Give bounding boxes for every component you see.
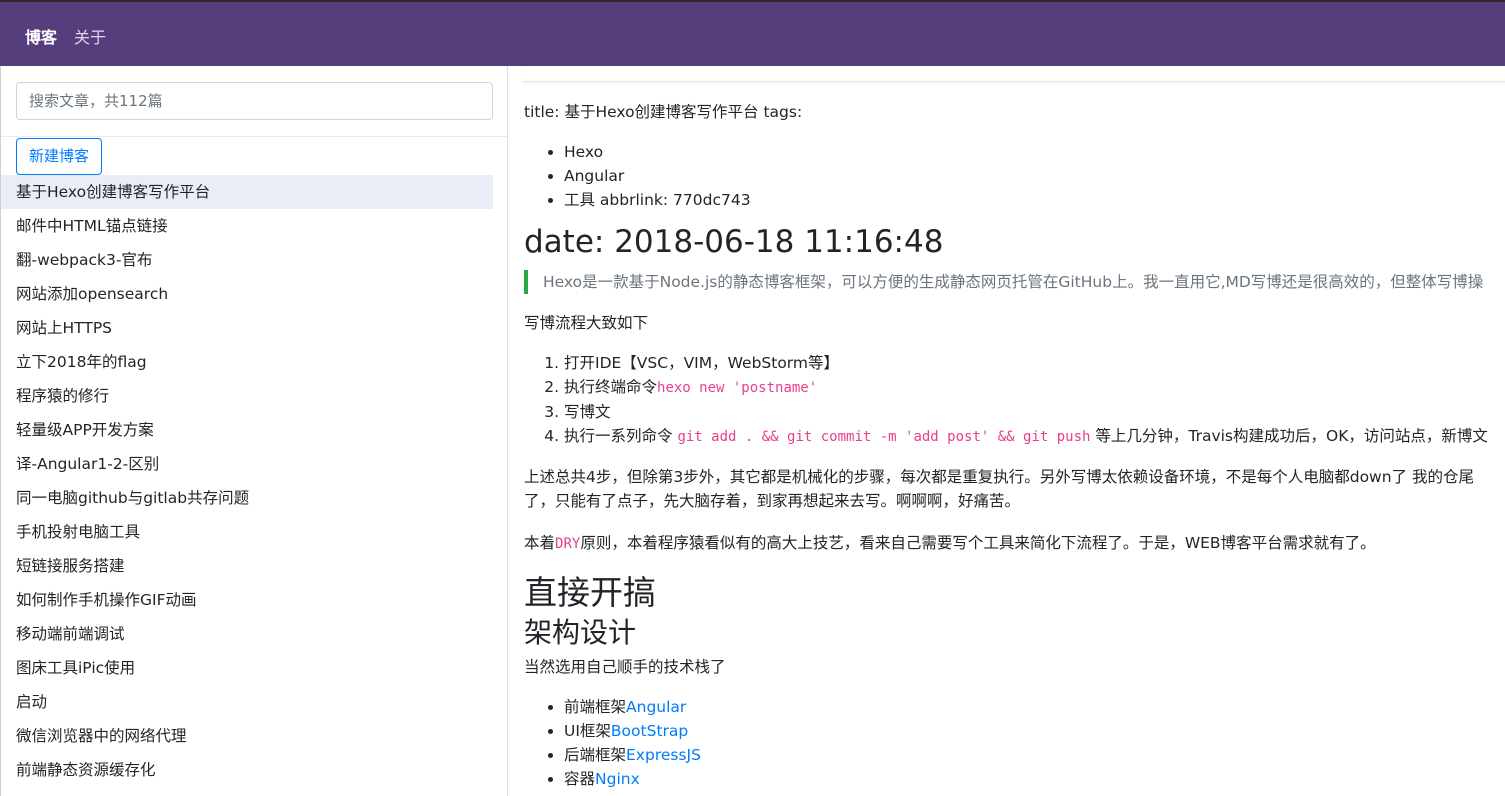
date-heading: date: 2018-06-18 11:16:48 xyxy=(524,224,944,260)
post-list-item[interactable]: 短链接服务搭建 xyxy=(1,549,493,583)
post-list-item[interactable]: 轻量级APP开发方案 xyxy=(1,413,493,447)
post-list: 基于Hexo创建博客写作平台 邮件中HTML锚点链接 翻-webpack3-官布… xyxy=(1,175,493,787)
tag-item: 工具 abbrlink: 770dc743 xyxy=(564,188,1505,212)
post-list-item[interactable]: 网站上HTTPS xyxy=(1,311,493,345)
flow-intro: 写博流程大致如下 xyxy=(524,314,649,332)
step-text-after: 等上几分钟，Travis构建成功后，OK，访问站点，新博文 xyxy=(1090,427,1488,445)
stack-list: 前端框架Angular UI框架BootStrap 后端框架ExpressJS … xyxy=(524,695,1505,791)
top-navbar: 博客 关于 xyxy=(0,0,1505,66)
section-heading: 直接开搞 xyxy=(524,573,656,612)
stack-item: UI框架BootStrap xyxy=(564,719,1505,743)
post-list-item[interactable]: 程序猿的修行 xyxy=(1,379,493,413)
paragraph: 当然选用自己顺手的技术栈了 xyxy=(524,658,726,676)
post-list-item[interactable]: 移动端前端调试 xyxy=(1,617,493,651)
subsection-heading: 架构设计 xyxy=(524,616,637,649)
inline-code: DRY xyxy=(555,536,581,552)
post-list-item[interactable]: 基于Hexo创建博客写作平台 xyxy=(1,175,493,209)
stack-label: 后端框架 xyxy=(564,746,627,764)
step-item: 写博文 xyxy=(564,400,1505,424)
step-text: 写博文 xyxy=(564,403,611,421)
stack-link[interactable]: ExpressJS xyxy=(626,746,701,764)
paragraph: 上述总共4步，但除第3步外，其它都是机械化的步骤，每次都是重复执行。另外写博太依… xyxy=(524,468,1474,486)
step-item: 执行一系列命令 git add . && git commit -m 'add … xyxy=(564,424,1505,449)
step-text: 执行终端命令 xyxy=(564,378,658,396)
post-list-item[interactable]: 如何制作手机操作GIF动画 xyxy=(1,583,493,617)
paragraph: 本着DRY原则，本着程序猿看似有的高大上技艺，看来自己需要写个工具来简化下流程了… xyxy=(524,531,1505,556)
post-list-item[interactable]: 前端静态资源缓存化 xyxy=(1,753,493,787)
step-text: 打开IDE【VSC，VIM，WebStorm等】 xyxy=(564,354,840,372)
stack-item: 容器Nginx xyxy=(564,767,1505,791)
article-pane: title: 基于Hexo创建博客写作平台 tags: Hexo Angular… xyxy=(509,66,1505,796)
stack-link[interactable]: Angular xyxy=(626,698,686,716)
stack-label: 容器 xyxy=(564,770,596,788)
step-item: 执行终端命令hexo new 'postname' xyxy=(564,375,1505,400)
post-list-item[interactable]: 立下2018年的flag xyxy=(1,345,493,379)
tag-list: Hexo Angular 工具 abbrlink: 770dc743 xyxy=(524,140,1505,212)
post-list-item[interactable]: 翻-webpack3-官布 xyxy=(1,243,493,277)
inline-code: git add . && git commit -m 'add post' &&… xyxy=(677,429,1091,445)
post-list-item[interactable]: 网站添加opensearch xyxy=(1,277,493,311)
stack-item: 前端框架Angular xyxy=(564,695,1505,719)
blockquote: Hexo是一款基于Node.js的静态博客框架，可以方便的生成静态网页托管在Gi… xyxy=(524,270,1505,294)
sidebar: 新建博客 基于Hexo创建博客写作平台 邮件中HTML锚点链接 翻-webpac… xyxy=(0,66,508,796)
post-list-item[interactable]: 手机投射电脑工具 xyxy=(1,515,493,549)
stack-link[interactable]: Nginx xyxy=(595,770,640,788)
nav-brand-link[interactable]: 博客 xyxy=(25,24,57,48)
stack-label: 前端框架 xyxy=(564,698,627,716)
editor-toolbar-strip xyxy=(523,66,1505,82)
steps-list: 打开IDE【VSC，VIM，WebStorm等】 执行终端命令hexo new … xyxy=(524,351,1505,449)
new-blog-button[interactable]: 新建博客 xyxy=(16,138,103,175)
para-text: 本着 xyxy=(524,534,556,552)
inline-code: hexo new 'postname' xyxy=(657,380,818,396)
nav-about-link[interactable]: 关于 xyxy=(74,24,106,48)
search-input[interactable] xyxy=(16,82,493,120)
stack-label: UI框架 xyxy=(564,722,611,740)
stack-item: 后端框架ExpressJS xyxy=(564,743,1505,767)
post-list-item[interactable]: 译-Angular1-2-区别 xyxy=(1,447,493,481)
post-list-item[interactable]: 图床工具iPic使用 xyxy=(1,651,493,685)
tag-item: Angular xyxy=(564,164,1505,188)
stack-link[interactable]: BootStrap xyxy=(611,722,688,740)
paragraph: 了，只能有了点子，先大脑存着，到家再想起来去写。啊啊啊，好痛苦。 xyxy=(524,492,1021,510)
para-text: 原则，本着程序猿看似有的高大上技艺，看来自己需要写个工具来简化下流程了。于是，W… xyxy=(580,534,1376,552)
tag-item: Hexo xyxy=(564,140,1505,164)
post-list-item[interactable]: 启动 xyxy=(1,685,493,719)
article-body: title: 基于Hexo创建博客写作平台 tags: Hexo Angular… xyxy=(524,100,1505,791)
post-list-item[interactable]: 同一电脑github与gitlab共存问题 xyxy=(1,481,493,515)
step-text: 执行一系列命令 xyxy=(564,427,678,445)
meta-line: title: 基于Hexo创建博客写作平台 tags: xyxy=(524,103,803,121)
post-list-item[interactable]: 微信浏览器中的网络代理 xyxy=(1,719,493,753)
step-item: 打开IDE【VSC，VIM，WebStorm等】 xyxy=(564,351,1505,375)
search-area xyxy=(1,66,507,137)
post-list-item[interactable]: 邮件中HTML锚点链接 xyxy=(1,209,493,243)
